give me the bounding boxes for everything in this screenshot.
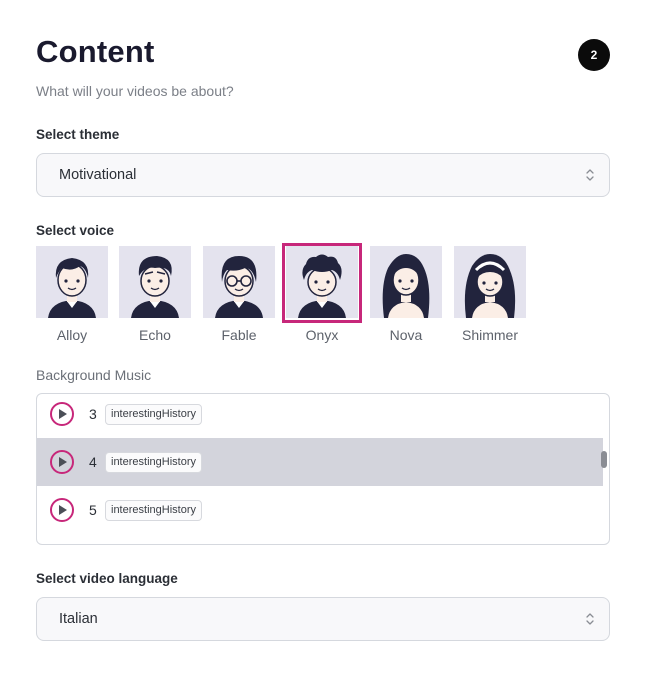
play-icon bbox=[59, 457, 67, 467]
track-number: 4 bbox=[89, 454, 97, 470]
play-icon bbox=[59, 505, 67, 515]
voice-name: Echo bbox=[139, 327, 171, 343]
chevron-up-down-icon bbox=[586, 613, 594, 625]
track-number: 5 bbox=[89, 502, 97, 518]
voice-name: Onyx bbox=[305, 327, 339, 343]
selected-voice-frame bbox=[282, 243, 362, 323]
voice-label: Select voice bbox=[36, 223, 115, 238]
voice-option-nova[interactable]: Nova bbox=[370, 246, 442, 343]
chevron-up-down-icon bbox=[586, 169, 594, 181]
play-button[interactable] bbox=[50, 402, 74, 426]
track-tag: interestingHistory bbox=[105, 403, 202, 425]
page-title: Content bbox=[36, 34, 155, 69]
voice-option-alloy[interactable]: Alloy bbox=[36, 246, 108, 343]
voice-name: Shimmer bbox=[461, 327, 518, 343]
play-button[interactable] bbox=[50, 498, 74, 522]
play-button[interactable] bbox=[50, 450, 74, 474]
voice-option-fable[interactable]: Fable bbox=[203, 246, 275, 343]
voice-name: Fable bbox=[221, 327, 257, 343]
music-track[interactable]: 3 interestingHistory bbox=[37, 394, 603, 438]
music-scrollbar[interactable] bbox=[600, 394, 608, 544]
theme-select[interactable]: Motivational bbox=[36, 153, 610, 197]
voice-option-echo[interactable]: Echo bbox=[119, 246, 191, 343]
step-badge: 2 bbox=[578, 39, 610, 71]
music-label: Background Music bbox=[36, 367, 152, 383]
avatar-fable-icon bbox=[203, 246, 275, 318]
avatar-shimmer-icon bbox=[454, 246, 526, 318]
track-number: 3 bbox=[89, 406, 97, 422]
language-label: Select video language bbox=[36, 571, 178, 586]
language-select[interactable]: Italian bbox=[36, 597, 610, 641]
voice-name: Alloy bbox=[56, 327, 88, 343]
voice-option-shimmer[interactable]: Shimmer bbox=[454, 246, 526, 343]
page-subtitle: What will your videos be about? bbox=[36, 83, 234, 99]
track-tag: interestingHistory bbox=[105, 499, 202, 521]
voice-option-onyx[interactable]: Onyx bbox=[282, 243, 362, 343]
theme-select-value: Motivational bbox=[59, 167, 137, 183]
music-track[interactable]: 5 interestingHistory bbox=[37, 486, 603, 534]
scrollbar-thumb[interactable] bbox=[601, 451, 607, 468]
voice-name: Nova bbox=[389, 327, 423, 343]
avatar-nova-icon bbox=[370, 246, 442, 318]
avatar-echo-icon bbox=[119, 246, 191, 318]
avatar-alloy-icon bbox=[36, 246, 108, 318]
music-list[interactable]: 3 interestingHistory 4 interestingHistor… bbox=[36, 393, 610, 545]
language-select-value: Italian bbox=[59, 611, 98, 627]
track-tag: interestingHistory bbox=[105, 451, 202, 473]
theme-label: Select theme bbox=[36, 127, 120, 142]
play-icon bbox=[59, 409, 67, 419]
music-track-selected[interactable]: 4 interestingHistory bbox=[37, 438, 603, 486]
